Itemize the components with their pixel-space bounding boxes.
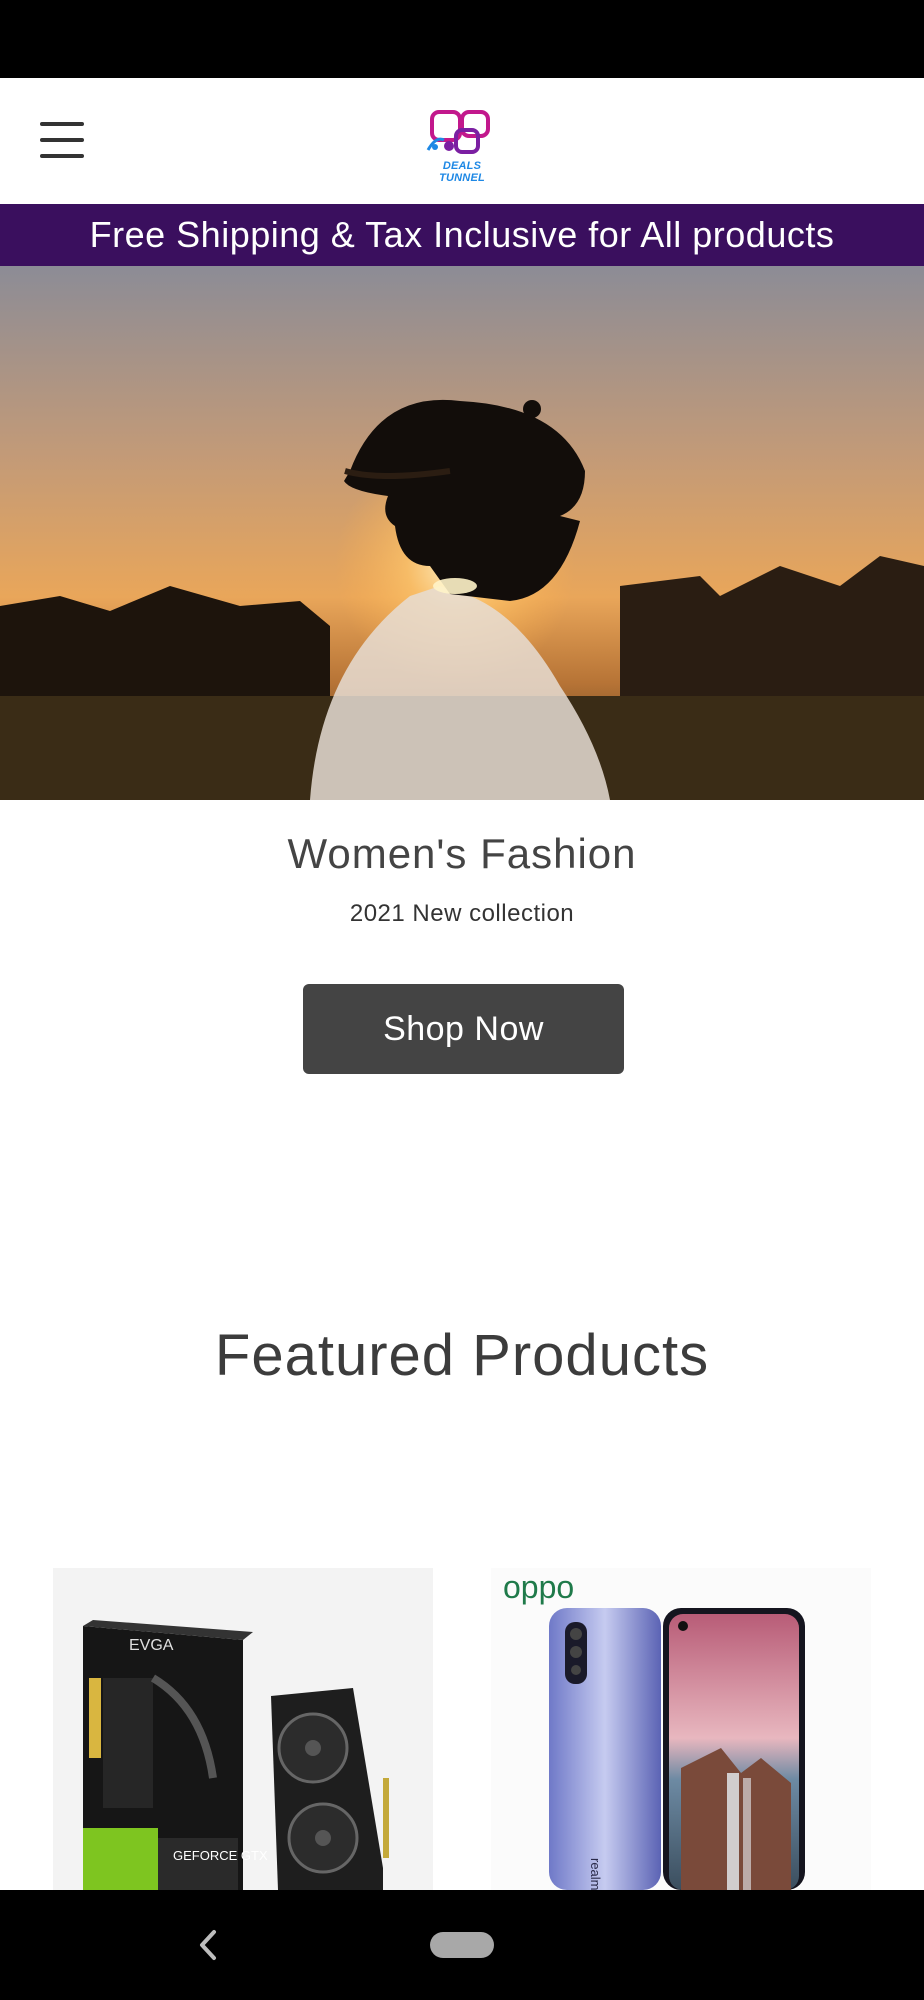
logo-icon <box>426 110 490 154</box>
hero-photo <box>0 266 924 800</box>
hero-title: Women's Fashion <box>287 830 637 877</box>
back-chevron-icon[interactable] <box>188 1920 228 1970</box>
realme-side-text: realme <box>588 1858 603 1890</box>
box-model-text: GEFORCE GTX <box>173 1848 268 1863</box>
featured-products-title: Featured Products <box>214 1323 710 1388</box>
home-pill-icon[interactable] <box>430 1932 494 1958</box>
box-brand-text: EVGA <box>129 1637 174 1654</box>
promo-banner: Free Shipping & Tax Inclusive for All pr… <box>0 204 924 266</box>
header: DEALS TUNNEL <box>0 78 924 204</box>
hero-subtitle: 2021 New collection <box>349 900 575 927</box>
shop-now-button[interactable]: Shop Now <box>303 984 624 1074</box>
system-nav-bar <box>0 1890 924 2000</box>
product-card-smartphone[interactable]: oppo realme <box>491 1568 871 1890</box>
status-bar <box>0 0 924 78</box>
logo-text: DEALS TUNNEL <box>439 160 485 184</box>
hero-image[interactable] <box>0 266 924 800</box>
smartphone-image: oppo realme <box>503 1569 805 1890</box>
hamburger-menu-icon[interactable] <box>36 118 88 164</box>
graphics-card-image: GEFORCE GTX EVGA <box>83 1620 389 1890</box>
product-card-graphics-card[interactable]: GEFORCE GTX EVGA <box>53 1568 433 1890</box>
logo[interactable]: DEALS TUNNEL <box>422 106 502 184</box>
oppo-brand-text: oppo <box>503 1569 574 1605</box>
